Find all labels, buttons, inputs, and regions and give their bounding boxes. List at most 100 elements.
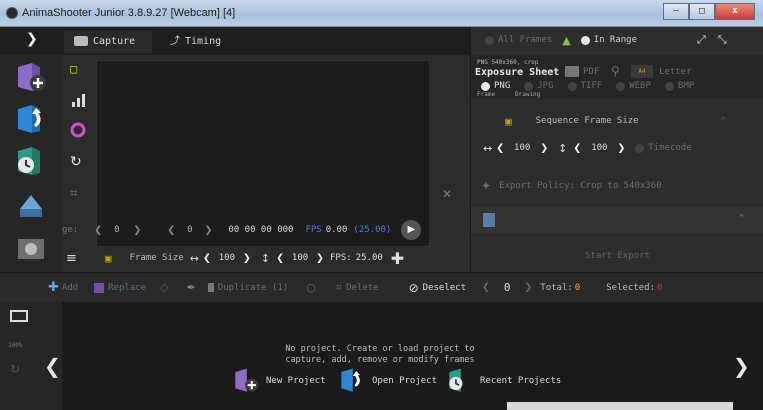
options-collapse-icon[interactable]: ⌃ [737, 212, 746, 225]
tab-timing-label: Timing [185, 36, 222, 47]
open-project-small-icon [341, 368, 361, 392]
deselect-button[interactable]: Deselect [423, 283, 466, 293]
seq-width-decrease-icon[interactable]: ❮ [496, 141, 504, 156]
expand-diagonal-icon[interactable]: ⤡ [718, 33, 727, 47]
tiff-radio[interactable] [567, 81, 577, 91]
width-decrease-icon[interactable]: ❮ [203, 251, 211, 266]
frame-size-row: ≡ ▣ Frame Size ↔ ❮ 100 ❯ ↕ ❮ 100 ❯ FPS: … [62, 244, 470, 272]
exposure-sheet-label[interactable]: Exposure Sheet [475, 67, 559, 78]
new-project-icon[interactable] [14, 61, 48, 95]
top-tab-strip: ❯ Capture ⤴ Timing [0, 27, 470, 55]
expand-arrow-icon[interactable]: ❯ [26, 31, 38, 47]
height-decrease-icon[interactable]: ❮ [276, 251, 284, 266]
seq-height-arrows-icon: ↕ [558, 141, 568, 155]
taskbar-tooltip-strip [507, 402, 733, 410]
empty-message-line2: capture, add, remove or modify frames [285, 355, 475, 365]
swap-icon[interactable]: ◇ [160, 281, 168, 294]
duplicate-button[interactable]: Duplicate (1) [218, 283, 288, 293]
height-arrows-icon: ↕ [260, 251, 271, 265]
page-size-box[interactable]: A4 [631, 65, 653, 78]
play-button[interactable]: ▶ [401, 220, 422, 240]
lock-icon[interactable]: ▣ [105, 252, 112, 265]
replace-icon [94, 282, 105, 293]
recent-projects-icon[interactable] [14, 145, 48, 179]
pdf-label[interactable]: PDF [583, 67, 599, 77]
close-button[interactable]: x [715, 3, 755, 20]
rotate-icon[interactable]: ↻ [70, 154, 86, 170]
color-wheel-icon[interactable] [70, 122, 86, 138]
prev-frame-arrow-icon[interactable]: ❮ [94, 223, 102, 238]
fps-target: (25.00) [353, 225, 392, 235]
counter-next-icon[interactable]: ❯ [524, 280, 532, 295]
step-back-arrow-icon[interactable]: ❮ [167, 223, 175, 238]
maximize-button[interactable]: □ [689, 3, 715, 20]
next-frame-arrow-icon[interactable]: ❯ [134, 223, 142, 238]
tab-capture[interactable]: Capture [64, 31, 152, 53]
frame-value[interactable]: 0 [114, 225, 119, 235]
letter-label[interactable]: Letter [659, 67, 692, 77]
pencil-icon[interactable]: ✒ [187, 281, 196, 294]
title-bar: AnimaShooter Junior 3.8.9.27 [Webcam] [4… [0, 0, 763, 27]
step-value[interactable]: 0 [187, 225, 192, 235]
minimize-button[interactable]: – [663, 3, 689, 20]
camera-toggle-icon[interactable]: ○ [306, 281, 316, 294]
new-project-button[interactable]: New Project [232, 366, 326, 396]
height-value[interactable]: 100 [292, 253, 308, 263]
width-increase-icon[interactable]: ❯ [243, 251, 251, 266]
delete-button[interactable]: Delete [346, 283, 379, 293]
step-forward-arrow-icon[interactable]: ❯ [205, 223, 213, 238]
counter-prev-icon[interactable]: ❮ [482, 280, 490, 295]
timeline-left-arrow-icon[interactable]: ❮ [44, 354, 61, 378]
filmstrip-icon[interactable] [10, 310, 28, 322]
warning-triangle-icon: ▲ [562, 33, 571, 47]
onion-skin-icon[interactable]: □ [70, 62, 86, 78]
recent-projects-small-icon [449, 368, 463, 392]
seq-lock-icon[interactable]: ▣ [505, 115, 512, 128]
crosshair-icon[interactable]: ✚ [391, 249, 404, 268]
all-frames-radio[interactable] [485, 35, 494, 45]
height-increase-icon[interactable]: ❯ [316, 251, 324, 266]
panel-scroll-up-icon[interactable]: ⌃ [719, 115, 728, 128]
in-range-radio[interactable] [580, 35, 590, 45]
close-preview-icon[interactable]: ✕ [442, 187, 452, 201]
export-folder-icon[interactable] [483, 213, 495, 227]
timecode-radio[interactable] [635, 143, 645, 153]
levels-icon[interactable] [70, 92, 86, 108]
export-policy-label[interactable]: Export Policy: Crop to 540x360 [499, 181, 662, 191]
png-radio[interactable] [481, 81, 490, 91]
width-value[interactable]: 100 [219, 253, 235, 263]
size-fps-value[interactable]: 25.00 [356, 253, 383, 263]
sequence-size-row: ↔ ❮ 100 ❯ ↕ ❮ 100 ❯ Timecode [471, 137, 763, 159]
seq-width-increase-icon[interactable]: ❯ [540, 141, 548, 156]
sequence-frame-size-label: Sequence Frame Size [535, 116, 639, 126]
open-project-icon[interactable] [14, 103, 48, 137]
timecode-display: 00 00 00 000 [228, 225, 294, 235]
printer-icon[interactable] [565, 66, 579, 77]
magnifier-icon[interactable]: ⚲ [611, 64, 620, 78]
seq-width-value[interactable]: 100 [514, 143, 530, 153]
collapse-icon[interactable]: ⤢ [697, 33, 706, 47]
size-fps-label: FPS: [330, 253, 352, 263]
open-project-button[interactable]: Open Project [338, 366, 437, 396]
new-project-label: New Project [266, 376, 326, 386]
tab-timing[interactable]: ⤴ Timing [160, 31, 250, 53]
seq-height-value[interactable]: 100 [591, 143, 607, 153]
menu-lines-icon[interactable]: ≡ [66, 251, 77, 266]
seq-height-increase-icon[interactable]: ❯ [617, 141, 625, 156]
timeline-right-arrow-icon[interactable]: ❯ [733, 354, 750, 378]
crop-icon: ✦ [481, 179, 492, 193]
add-button[interactable]: Add [62, 283, 78, 293]
bmp-radio[interactable] [664, 81, 674, 91]
replace-button[interactable]: Replace [108, 283, 146, 293]
total-value: 0 [574, 282, 581, 293]
export-icon[interactable] [14, 187, 48, 221]
format-block: PNG 540x360, crop Exposure Sheet PDF ⚲ A… [471, 55, 763, 99]
grid-icon[interactable]: ⌗ [70, 186, 86, 202]
start-export-button[interactable]: Start Export [471, 245, 763, 267]
seq-height-decrease-icon[interactable]: ❮ [573, 141, 581, 156]
webp-radio[interactable] [616, 81, 626, 91]
refresh-icon[interactable]: ↻ [10, 362, 20, 376]
jpg-radio[interactable] [524, 81, 534, 91]
recent-projects-button[interactable]: Recent Projects [446, 366, 561, 396]
settings-gear-icon[interactable] [14, 233, 48, 267]
